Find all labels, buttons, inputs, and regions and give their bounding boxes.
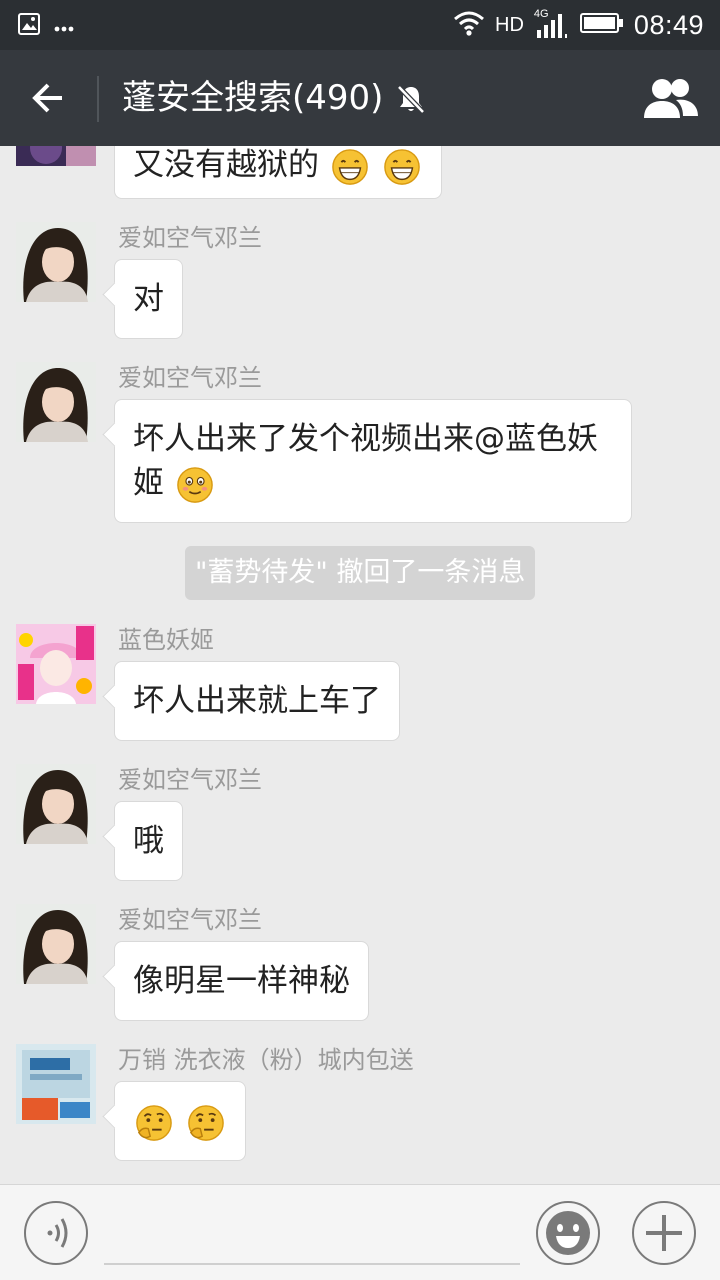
- grin-emoji-icon: [332, 148, 368, 185]
- message-text-line: 姬: [133, 465, 164, 501]
- message-bubble[interactable]: 坏人出来了发个视频出来@蓝色妖 姬: [114, 399, 632, 523]
- avatar[interactable]: [16, 222, 96, 302]
- message-bubble[interactable]: 像明星一样神秘: [114, 941, 369, 1021]
- message-text: 像明星一样神秘: [133, 963, 350, 999]
- chat-title: 蓬安全搜索(490): [122, 78, 384, 118]
- clock: 08:49: [633, 9, 704, 40]
- message-bubble[interactable]: 又没有越狱的: [114, 146, 442, 199]
- sender-name: 爱如空气邓兰: [118, 906, 262, 934]
- mute-icon: [394, 82, 428, 116]
- blush-emoji-icon: [177, 466, 213, 503]
- wifi-icon: [453, 10, 485, 40]
- thinking-emoji-icon: [136, 1104, 172, 1141]
- status-bar: HD 4G 08:49: [0, 0, 720, 50]
- chat-header: 蓬安全搜索(490): [0, 50, 720, 146]
- message-input[interactable]: [104, 1201, 520, 1265]
- sender-name: 爱如空气邓兰: [118, 364, 262, 392]
- message-list[interactable]: 又没有越狱的 爱如空气邓兰 对 爱如空气邓兰 坏人出来了发个视频出来@蓝色妖 姬…: [0, 146, 720, 1184]
- sender-name: 爱如空气邓兰: [118, 766, 262, 794]
- message-bubble[interactable]: 对: [114, 259, 183, 339]
- avatar[interactable]: [16, 1044, 96, 1124]
- voice-icon[interactable]: [24, 1201, 88, 1265]
- more-dots-icon: [54, 17, 74, 36]
- message-text: 又没有越狱的: [133, 147, 319, 183]
- network-type-label: HD: [495, 13, 524, 36]
- group-members-icon[interactable]: [642, 74, 700, 122]
- message-bubble[interactable]: 坏人出来就上车了: [114, 661, 400, 741]
- grin-emoji-icon: [383, 148, 420, 185]
- avatar[interactable]: [16, 764, 96, 844]
- message-text: 对: [133, 281, 164, 317]
- input-bar: [0, 1184, 720, 1280]
- back-arrow-icon[interactable]: [26, 76, 72, 120]
- avatar[interactable]: [16, 362, 96, 442]
- system-notice: "蓄势待发" 撤回了一条消息: [185, 546, 536, 600]
- sender-name: 爱如空气邓兰: [118, 224, 262, 252]
- thinking-emoji-icon: [188, 1104, 224, 1141]
- message-bubble[interactable]: 哦: [114, 801, 183, 881]
- message-text: 坏人出来就上车了: [133, 683, 381, 719]
- message-text-line: 坏人出来了发个视频出来@蓝色妖: [133, 421, 598, 457]
- sender-name: 万销 洗衣液（粉）城内包送: [118, 1046, 414, 1074]
- message-bubble[interactable]: [114, 1081, 246, 1161]
- emoji-icon[interactable]: [536, 1201, 600, 1265]
- header-divider: [97, 76, 99, 122]
- plus-icon[interactable]: [632, 1201, 696, 1265]
- sender-name: 蓝色妖姬: [118, 626, 214, 654]
- avatar[interactable]: [16, 146, 96, 166]
- battery-icon: [579, 12, 624, 38]
- avatar[interactable]: [16, 904, 96, 984]
- image-icon: [18, 13, 40, 39]
- message-text: 哦: [133, 823, 164, 859]
- signal-icon: 4G: [534, 8, 570, 40]
- avatar[interactable]: [16, 624, 96, 704]
